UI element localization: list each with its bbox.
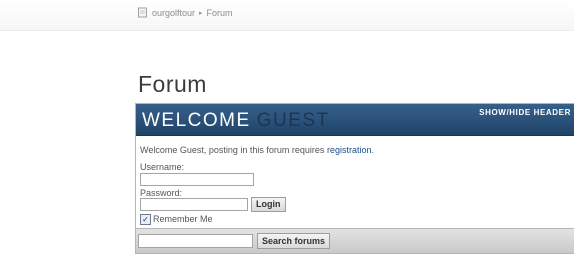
breadcrumb-current[interactable]: Forum xyxy=(207,8,233,18)
search-bar: Search forums xyxy=(136,228,574,253)
welcome-heading: WELCOME GUEST xyxy=(142,110,330,132)
top-bar: ourgolftour ▸ Forum xyxy=(0,0,574,31)
remember-me-label: Remember Me xyxy=(153,214,213,224)
registration-link[interactable]: registration xyxy=(327,145,372,155)
intro-end: . xyxy=(371,145,374,155)
panel-header: WELCOME GUEST SHOW/HIDE HEADER xyxy=(136,104,574,136)
show-hide-header-button[interactable]: SHOW/HIDE HEADER xyxy=(479,108,571,117)
breadcrumb-separator: ▸ xyxy=(199,9,203,17)
password-label: Password: xyxy=(140,188,183,198)
page-icon[interactable] xyxy=(137,7,148,18)
username-input[interactable] xyxy=(140,173,254,186)
remember-me-checkbox[interactable]: ✓ xyxy=(140,214,151,225)
password-input[interactable] xyxy=(140,198,248,211)
forum-login-panel: WELCOME GUEST SHOW/HIDE HEADER Welcome Gu… xyxy=(135,103,574,254)
page-title: Forum xyxy=(138,71,207,97)
breadcrumb: ourgolftour ▸ Forum xyxy=(137,7,233,18)
welcome-word: WELCOME xyxy=(142,110,251,131)
login-button[interactable]: Login xyxy=(251,197,286,212)
intro-text: Welcome Guest, posting in this forum req… xyxy=(140,145,374,155)
intro-message: Welcome Guest, posting in this forum req… xyxy=(140,145,325,155)
username-label: Username: xyxy=(140,162,185,172)
checkmark-icon: ✓ xyxy=(142,214,149,224)
search-forums-button[interactable]: Search forums xyxy=(257,233,331,249)
search-input[interactable] xyxy=(138,234,253,248)
breadcrumb-site-link[interactable]: ourgolftour xyxy=(152,8,195,18)
welcome-guest: GUEST xyxy=(256,110,330,131)
